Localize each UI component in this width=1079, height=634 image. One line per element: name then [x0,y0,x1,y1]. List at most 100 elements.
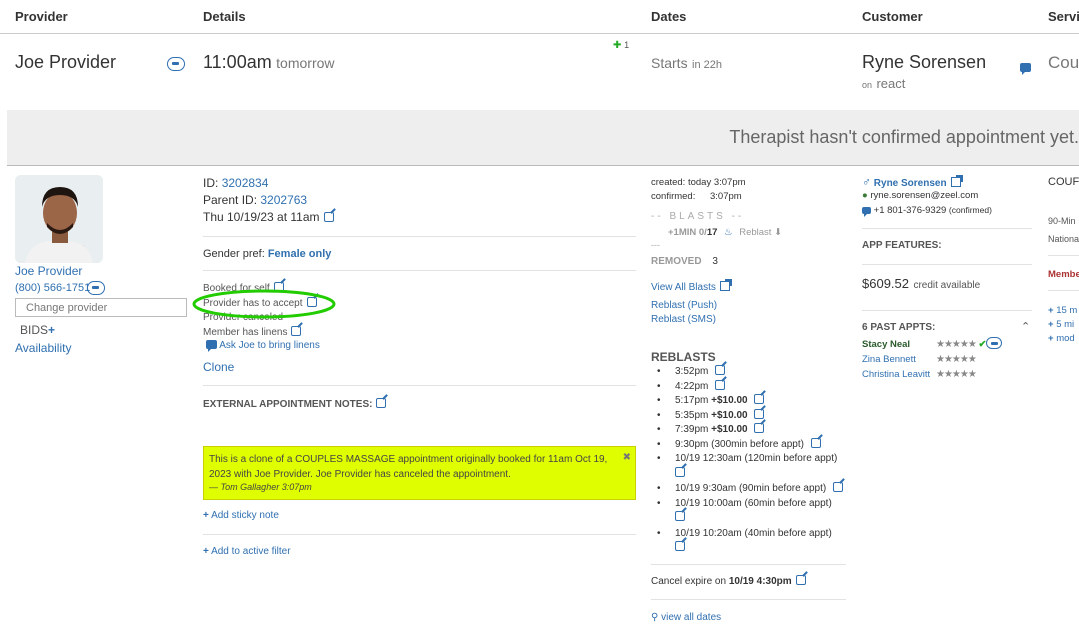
reblast-item: 5:35pm +$10.00 [651,408,846,424]
service-link-2[interactable]: 5 mi [1056,319,1074,330]
past-provider-name[interactable]: Stacy Neal [862,337,936,352]
rating-stars: ★★★★★ [936,339,977,350]
customer-email: ryne.sorensen@zeel.com [870,190,979,201]
flame-icon: ♨ [724,227,733,238]
service-member: Membe [1048,269,1079,280]
blast-dashes: --- [651,240,660,250]
arrow-down-icon[interactable]: ⬇ [774,227,782,238]
table-header: Provider Details Dates Customer Servi [0,0,1079,34]
user-icon: ● [862,190,868,201]
credit-amount: $609.52 [862,276,909,291]
gender-value[interactable]: Female only [268,248,332,260]
view-all-dates-link[interactable]: view all dates [661,612,721,623]
service-link-3[interactable]: mod [1056,333,1074,344]
customer-name[interactable]: Ryne Sorensen [862,52,986,73]
edit-datetime-icon[interactable] [323,212,334,222]
customer-chat-icon[interactable] [1020,58,1031,76]
note-text: This is a clone of a COUPLES MASSAGE app… [209,454,608,480]
edit-reblast-icon[interactable] [675,466,685,477]
edit-reblast-icon[interactable] [833,482,844,492]
reblast-sms-link[interactable]: Reblast (SMS) [651,314,716,325]
customer-phone: +1 801-376-9329 [873,205,947,216]
confirmed-value: 3:07pm [710,190,742,202]
edit-reblast-icon[interactable] [754,423,765,433]
view-all-blasts-link[interactable]: View All Blasts [651,282,716,293]
reblast-item: 9:30pm (300min before appt) [651,437,846,453]
service-link-1[interactable]: 15 m [1056,305,1077,316]
status-banner: Therapist hasn't confirmed appointment y… [7,110,1079,166]
banner-text: Therapist hasn't confirmed appointment y… [729,127,1079,147]
removed-label: REMOVED [651,256,702,267]
parent-id[interactable]: 3202763 [260,193,307,207]
rating-stars: ★★★★★ [936,369,977,380]
edit-cancel-expire-icon[interactable] [795,575,806,585]
past-appts-label: 6 PAST APPTS: [862,322,936,333]
add-filter-icon: + [203,546,209,557]
service-line2: Nationa [1048,234,1079,244]
past-provider-name[interactable]: Zina Bennett [862,352,936,367]
external-notes-label: EXTERNAL APPOINTMENT NOTES: [203,399,373,410]
reblast-push-link[interactable]: Reblast (Push) [651,300,717,311]
collapse-chevron-icon[interactable]: ⌃ [1021,320,1030,333]
edit-notes-icon[interactable] [376,398,387,408]
pin-icon[interactable]: ✚ 1 [613,40,629,51]
appointment-id[interactable]: 3202834 [222,176,269,190]
reblast-label[interactable]: Reblast [739,227,771,238]
service-title: COUF [1048,176,1079,188]
edit-reblast-icon[interactable] [754,394,765,404]
edit-reblast-icon[interactable] [715,365,726,375]
customer-sms-icon[interactable] [862,207,871,217]
add-sticky-icon: + [203,510,209,521]
provider-link[interactable]: Joe Provider [15,264,82,278]
app-features-label: APP FEATURES: [862,240,942,251]
ask-linens-icon [206,340,217,352]
edit-reblast-icon[interactable] [715,379,726,390]
starts-label: Starts [651,55,688,71]
cancel-expire-value: 10/19 4:30pm [728,576,792,587]
edit-linens-icon[interactable] [291,325,302,336]
cancel-expire-label: Cancel expire on [651,576,727,587]
customer-link[interactable]: Ryne Sorensen [874,178,947,189]
provider-name[interactable]: Joe Provider [15,52,116,73]
provider-sms-icon[interactable] [87,280,105,298]
magnifier-icon: ⚲ [651,612,659,623]
edit-reblast-icon[interactable] [754,408,765,419]
reblast-item: 10/19 9:30am (90min before appt) [651,482,846,497]
header-provider: Provider [15,9,68,24]
past-chat-icon[interactable] [986,337,1003,349]
edit-reblast-icon[interactable] [810,437,821,448]
provider-chat-icon[interactable] [167,56,185,74]
check-icon: ✔ [978,339,987,350]
appointment-time: 11:00am [203,52,272,72]
external-link-icon[interactable] [719,279,732,291]
confirmed-label: confirmed: [651,190,696,202]
past-provider-name[interactable]: Christina Leavitt [862,367,936,382]
clone-link[interactable]: Clone [203,360,234,374]
change-provider-input[interactable]: Change provider [15,298,187,317]
provider-phone[interactable]: (800) 566-1751 [15,282,90,294]
highlight-ellipse [192,289,336,319]
edit-reblast-icon[interactable] [675,511,685,521]
reblast-list: 3:52pm 4:22pm 5:17pm +$10.00 5:35pm +$10… [651,365,846,556]
reblast-item: 10/19 10:00am (60min before appt) [651,497,846,526]
member-linens-label: Member has linens [203,326,288,338]
add-filter-link[interactable]: Add to active filter [211,546,290,557]
add-sticky-link[interactable]: Add sticky note [211,510,279,521]
reblast-item: 7:39pm +$10.00 [651,423,846,438]
starts-in: in 22h [692,59,723,71]
bids-label[interactable]: BIDS [20,323,48,337]
reblast-item: 10/19 12:30am (120min before appt) [651,452,846,481]
edit-reblast-icon[interactable] [675,541,685,551]
sticky-note: This is a clone of a COUPLES MASSAGE app… [203,446,636,500]
created-value: today 3:07pm [687,177,746,188]
customer-external-icon[interactable] [950,175,963,187]
appointment-row[interactable]: Joe Provider 11:00am tomorrow ✚ 1 Starts… [0,34,1079,110]
ask-linens-link[interactable]: Ask Joe to bring linens [219,340,320,351]
credit-label: credit available [913,280,981,291]
appointment-day: tomorrow [276,55,335,71]
close-note-icon[interactable]: ✖ [623,452,631,463]
header-customer: Customer [862,9,923,24]
availability-link[interactable]: Availability [15,341,71,355]
service-line1: 90-Min [1048,216,1076,226]
bids-add-icon[interactable]: + [48,323,55,337]
